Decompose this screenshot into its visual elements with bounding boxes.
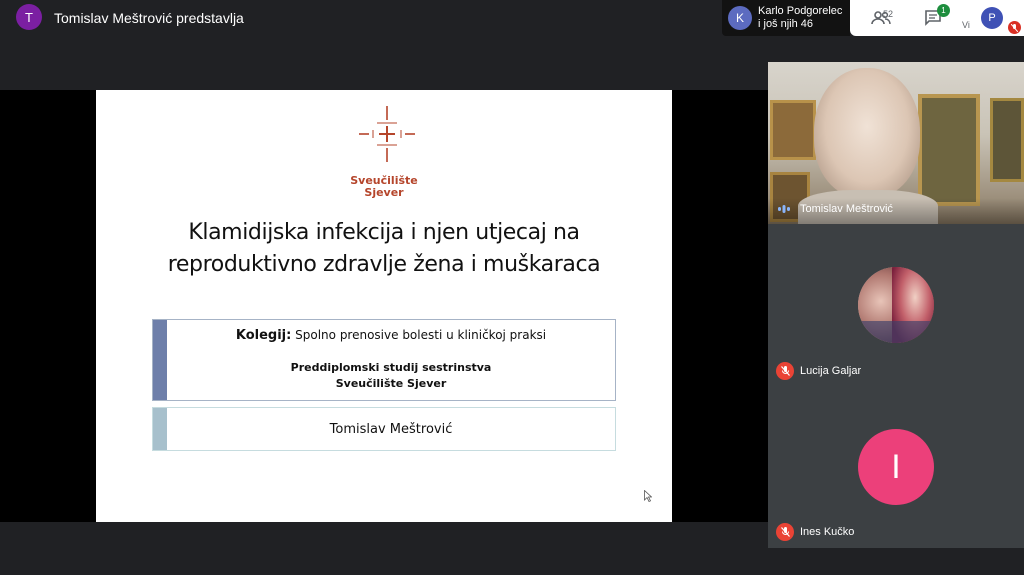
participant-tile-tomislav[interactable]: Tomislav Meštrović <box>768 62 1024 224</box>
cursor-icon <box>644 490 652 502</box>
participants-preview[interactable]: K Karlo Podgorelec i još njih 46 <box>722 0 850 36</box>
course-box-accent <box>153 320 167 400</box>
slide-title-line1: Klamidijska infekcija i njen utjecaj na <box>188 220 580 245</box>
slide: Sveučilište Sjever Klamidijska infekcija… <box>96 90 672 522</box>
top-bar: T Tomislav Meštrović predstavlja K Karlo… <box>0 0 1024 36</box>
university-logo <box>359 106 415 162</box>
participant-tile-ines[interactable]: I Ines Kučko <box>768 385 1024 548</box>
course-label: Kolegij: <box>235 328 292 343</box>
participant-avatar: K <box>728 6 752 30</box>
mic-off-icon <box>776 523 794 541</box>
mic-off-icon <box>776 362 794 380</box>
presentation-stage: Sveučilište Sjever Klamidijska infekcija… <box>0 90 768 522</box>
course-line: Kolegij: Spolno prenosive bolesti u klin… <box>167 328 615 343</box>
course-box: Kolegij: Spolno prenosive bolesti u klin… <box>152 319 616 401</box>
meeting-toolbar: 52 1 Vi P <box>850 0 1024 36</box>
self-mic-off-icon <box>1008 21 1021 34</box>
slide-title-line2: reproduktivno zdravlje žena i muškaraca <box>167 252 601 277</box>
course-name: Spolno prenosive bolesti u kliničkoj pra… <box>291 328 547 342</box>
study-info: Preddiplomski studij sestrinstva Sveučil… <box>167 360 615 392</box>
participant-name-lucija: Lucija Galjar <box>800 365 862 377</box>
self-avatar[interactable]: P <box>981 7 1003 29</box>
university-name-line2: Sjever <box>364 186 404 199</box>
self-label: Vi <box>962 20 970 30</box>
painting-frame-left <box>770 100 816 160</box>
participant-name-ines: Ines Kučko <box>800 526 855 538</box>
painting-frame-far-right <box>990 98 1024 182</box>
participant-name: Karlo Podgorelec <box>758 5 843 17</box>
presentation-title: Tomislav Meštrović predstavlja <box>54 10 244 26</box>
slide-author: Tomislav Meštrović <box>329 422 453 437</box>
painting-frame-right <box>918 94 980 206</box>
slide-title: Klamidijska infekcija i njen utjecaj na … <box>116 217 652 281</box>
author-box: Tomislav Meštrović <box>152 407 616 451</box>
author-box-accent <box>153 408 167 450</box>
participant-tile-lucija[interactable]: Lucija Galjar <box>768 224 1024 385</box>
people-count: 52 <box>883 9 894 19</box>
chat-badge: 1 <box>937 4 950 17</box>
study-university: Sveučilište Sjever <box>335 377 447 390</box>
study-program: Preddiplomski studij sestrinstva <box>290 361 492 374</box>
person-head <box>814 68 920 198</box>
participant-others: i još njih 46 <box>758 18 814 30</box>
audio-wave-icon <box>778 205 790 213</box>
university-name: Sveučilište Sjever <box>96 175 672 199</box>
participants-preview-text: Karlo Podgorelec i još njih 46 <box>758 5 842 31</box>
ines-avatar: I <box>858 429 934 505</box>
presenter-avatar: T <box>16 4 42 30</box>
participant-name-tomislav: Tomislav Meštrović <box>800 203 893 215</box>
lucija-avatar <box>858 267 934 343</box>
